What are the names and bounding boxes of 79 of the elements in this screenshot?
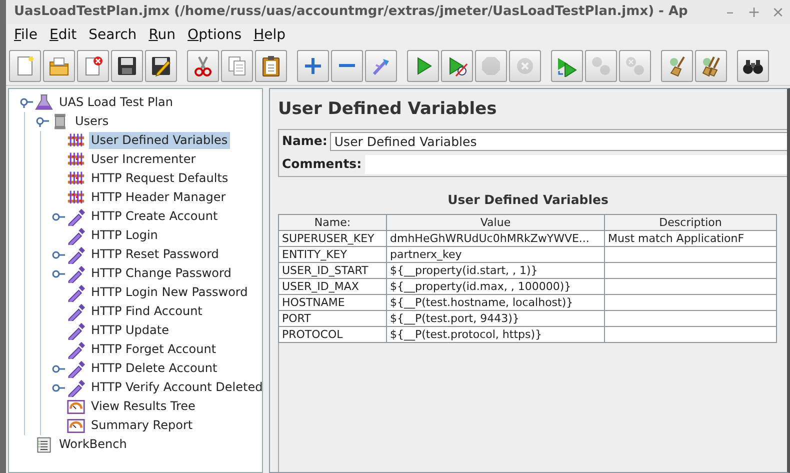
table-cell: ${__P(test.port, 9443)} bbox=[386, 310, 604, 327]
field-label: Comments: bbox=[281, 154, 363, 173]
tree-item[interactable]: HTTP Delete Account bbox=[89, 360, 220, 377]
folder-icon bbox=[48, 54, 70, 76]
tree-item[interactable]: HTTP Request Defaults bbox=[89, 170, 230, 187]
flask-icon bbox=[33, 94, 55, 112]
gauge-icon bbox=[65, 416, 87, 434]
expanded-handle-icon[interactable] bbox=[35, 116, 49, 126]
menu-item[interactable]: Edit bbox=[43, 24, 83, 46]
toolbar-button[interactable] bbox=[695, 50, 727, 82]
table-cell: SUPERUSER_KEY bbox=[278, 230, 386, 247]
menu-item[interactable]: Options bbox=[182, 24, 248, 46]
tree-item[interactable]: HTTP Login New Password bbox=[89, 284, 250, 301]
table-cell: partnerx_key bbox=[386, 246, 604, 263]
clipboard-icon bbox=[260, 54, 282, 76]
menu-item[interactable]: File bbox=[8, 24, 44, 46]
tree-item[interactable]: User Incrementer bbox=[89, 151, 198, 168]
tree-item[interactable]: User Defined Variables bbox=[89, 132, 230, 149]
table-cell: USER_ID_START bbox=[278, 262, 386, 279]
tree-item[interactable]: Users bbox=[73, 113, 111, 130]
scissors-icon bbox=[192, 54, 214, 76]
tree-item[interactable]: UAS Load Test Plan bbox=[57, 94, 175, 111]
rack-icon bbox=[65, 132, 87, 150]
rack-icon bbox=[65, 150, 87, 168]
tree-item[interactable]: Summary Report bbox=[89, 417, 195, 434]
table-cell: dmhHeGhWRUdUc0hMRkZwYWVE... bbox=[386, 230, 604, 247]
stop-icon bbox=[480, 54, 502, 76]
collapsed-handle-icon[interactable] bbox=[51, 382, 65, 392]
rack-icon bbox=[65, 170, 87, 188]
menu-item[interactable]: Run bbox=[142, 24, 182, 46]
menu-item[interactable]: Help bbox=[248, 24, 292, 46]
tree-item[interactable]: HTTP Reset Password bbox=[89, 246, 221, 263]
toolbar-button[interactable] bbox=[111, 50, 143, 82]
table-cell: ${__P(test.hostname, localhost)} bbox=[386, 294, 604, 311]
rack-icon bbox=[65, 188, 87, 206]
gauge-icon bbox=[65, 398, 87, 416]
copy-icon bbox=[226, 54, 248, 76]
tree-item[interactable]: View Results Tree bbox=[89, 398, 198, 415]
collapsed-handle-icon[interactable] bbox=[51, 364, 65, 374]
table-cell: PROTOCOL bbox=[278, 326, 386, 343]
expanded-handle-icon[interactable] bbox=[19, 98, 33, 108]
collapsed-handle-icon[interactable] bbox=[51, 268, 65, 278]
column-header[interactable]: Name: bbox=[278, 214, 386, 231]
field-label: Name: bbox=[281, 132, 328, 150]
tree-item[interactable]: HTTP Verify Account Deleted bbox=[89, 379, 262, 396]
collapsed-handle-icon[interactable] bbox=[51, 250, 65, 260]
table-title: User Defined Variables bbox=[446, 190, 610, 208]
floppy-pencil-icon bbox=[150, 54, 172, 76]
table-cell: PORT bbox=[278, 310, 386, 327]
remote-exit-icon bbox=[624, 54, 646, 76]
toolbar-button[interactable] bbox=[255, 50, 287, 82]
table-cell: ${__P(test.protocol, https)} bbox=[386, 326, 604, 343]
table-cell: Must match ApplicationF bbox=[604, 230, 776, 247]
toolbar-button[interactable] bbox=[145, 50, 177, 82]
table-cell: ${__property(id.start, , 1)} bbox=[386, 262, 604, 279]
column-header[interactable]: Value bbox=[386, 214, 604, 231]
remote-stop-icon bbox=[590, 54, 612, 76]
tree-item[interactable]: HTTP Login bbox=[89, 227, 160, 244]
table-cell: ENTITY_KEY bbox=[278, 246, 386, 263]
tree-item[interactable]: HTTP Forget Account bbox=[89, 341, 218, 358]
name-field[interactable]: User Defined Variables bbox=[330, 132, 787, 150]
collapsed-handle-icon[interactable] bbox=[51, 212, 65, 222]
window-title: UasLoadTestPlan.jmx (/home/russ/uas/accountmgr/extras/jmeter/UasLoadTestPlan.jmx) - Ap bbox=[14, 3, 689, 22]
tree-item[interactable]: HTTP Change Password bbox=[89, 265, 234, 282]
table-cell: ${__property(id.max, , 100000)} bbox=[386, 278, 604, 295]
tree-item[interactable]: HTTP Header Manager bbox=[89, 189, 228, 206]
table-cell: HOSTNAME bbox=[278, 294, 386, 311]
tree-item[interactable]: WorkBench bbox=[57, 436, 129, 453]
comments-field[interactable] bbox=[364, 154, 787, 174]
minus-icon bbox=[339, 64, 355, 67]
table-cell: USER_ID_MAX bbox=[278, 278, 386, 295]
tree-item[interactable]: HTTP Create Account bbox=[89, 208, 220, 225]
panel-title: User Defined Variables bbox=[278, 98, 498, 121]
tree-item[interactable]: HTTP Update bbox=[89, 322, 171, 339]
menu-item[interactable]: Search bbox=[82, 24, 143, 46]
tree-item[interactable]: HTTP Find Account bbox=[89, 303, 204, 320]
brooms-icon bbox=[700, 54, 722, 76]
toolbar-button[interactable] bbox=[737, 50, 769, 82]
column-header[interactable]: Description bbox=[604, 214, 776, 231]
